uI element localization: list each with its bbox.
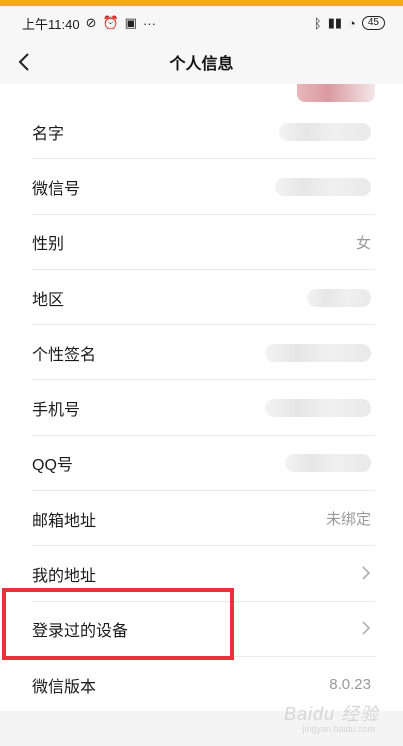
row-qq[interactable]: QQ号 [0,436,403,492]
watermark-url: jingyan.baidu.com [302,724,375,734]
email-value: 未绑定 [325,511,371,529]
row-label: 地区 [32,291,65,309]
row-label: 微信号 [32,180,81,198]
status-bar: 上午11:40 ⊘ ⏰ ▣ ··· ᛒ ▮▮ ◔ 45 [0,6,403,40]
chevron-left-icon [18,53,29,71]
phone-value-blurred [265,399,371,418]
row-label: 手机号 [32,402,81,420]
status-time: 上午11:40 [22,16,80,32]
row-label: 我的地址 [32,568,97,586]
row-name[interactable]: 名字 [0,104,403,160]
qq-value-blurred [285,454,371,473]
name-value-blurred [279,122,371,141]
row-label: 微信版本 [32,678,97,696]
wechat-id-value-blurred [275,177,371,196]
row-email[interactable]: 邮箱地址 未绑定 [0,491,403,547]
chevron-right-icon [362,619,371,640]
row-region[interactable]: 地区 [0,270,403,326]
app-icon: ▣ [124,15,137,30]
avatar[interactable] [297,84,375,102]
highlight-annotation-box [2,588,234,660]
status-right: ᛒ ▮▮ ◔ 45 [314,15,385,31]
row-label: 邮箱地址 [32,512,97,530]
row-gender[interactable]: 性别 女 [0,215,403,271]
row-signature[interactable]: 个性签名 [0,325,403,381]
row-label: 个性签名 [32,346,97,364]
page-title: 个人信息 [169,56,234,73]
wifi-icon: ◔ [348,15,356,31]
alarm-icon: ⏰ [102,15,119,30]
row-label: 性别 [32,236,65,254]
row-phone[interactable]: 手机号 [0,380,403,437]
back-button[interactable] [12,48,36,76]
region-value-blurred [307,288,371,307]
alarm-off-icon: ⊘ [85,15,97,30]
nav-bar: 个人信息 [0,40,403,84]
gender-value: 女 [355,234,371,252]
bluetooth-icon: ᛒ [313,15,322,31]
status-left: 上午11:40 ⊘ ⏰ ▣ ··· [22,14,156,33]
row-wechat-id[interactable]: 微信号 [0,159,403,215]
watermark-logo: Baidu 经验 [283,704,379,724]
chevron-right-icon [362,564,371,585]
row-label: 名字 [32,125,65,143]
row-label: QQ号 [32,457,73,475]
signal-icon: ▮▮ [327,15,343,30]
avatar-row[interactable] [0,84,403,104]
battery-icon: 45 [361,16,385,30]
version-value: 8.0.23 [329,676,371,694]
more-icon: ··· [142,15,156,31]
signature-value-blurred [265,343,371,362]
